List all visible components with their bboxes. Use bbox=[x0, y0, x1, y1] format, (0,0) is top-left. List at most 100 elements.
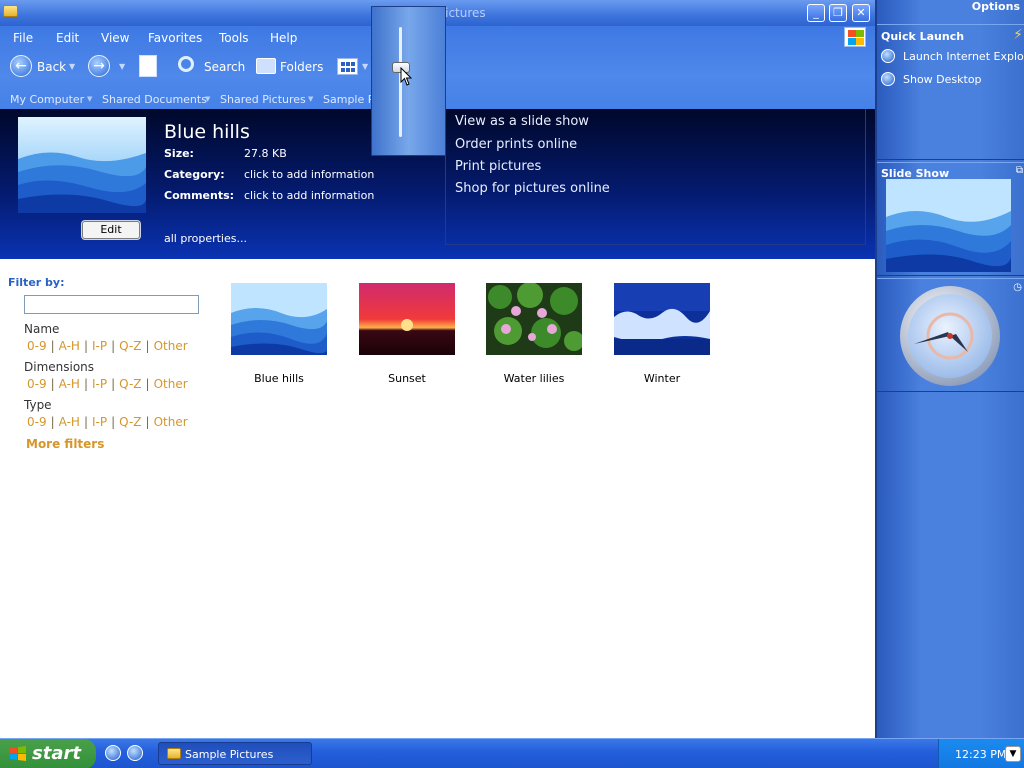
menu-help[interactable]: Help bbox=[270, 31, 297, 45]
views-button[interactable]: ▼ bbox=[335, 52, 371, 82]
windows-flag-icon bbox=[10, 746, 26, 761]
maximize-button[interactable]: ❐ bbox=[829, 4, 847, 22]
task-shop-pictures[interactable]: Shop for pictures online bbox=[455, 181, 610, 196]
filter-option[interactable]: Q-Z bbox=[119, 377, 141, 391]
clock[interactable]: 12:23 PM bbox=[955, 748, 1006, 761]
quick-launch-section: Quick Launch ⚡ Launch Internet Explorer … bbox=[877, 24, 1024, 160]
chevron-down-icon[interactable]: ▼ bbox=[1005, 746, 1021, 762]
thumbnail-label[interactable]: Blue hills bbox=[231, 372, 327, 385]
filter-input[interactable] bbox=[24, 295, 199, 314]
thumbnail-size-slider[interactable] bbox=[371, 6, 446, 156]
taskbar-window-label: Sample Pictures bbox=[185, 748, 274, 761]
crumb-my-computer[interactable]: My Computer bbox=[10, 93, 84, 106]
thumbnail-blue-hills[interactable] bbox=[231, 283, 327, 355]
filter-row-name: 0-9 | A-H | I-P | Q-Z | Other bbox=[27, 339, 188, 353]
task-print-pictures[interactable]: Print pictures bbox=[455, 159, 541, 174]
up-folder-button[interactable] bbox=[137, 52, 161, 82]
thumbnail-label[interactable]: Winter bbox=[614, 372, 710, 385]
filter-pane: Filter by: Name 0-9 | A-H | I-P | Q-Z | Other Di… bbox=[0, 262, 215, 462]
show-desktop-icon[interactable] bbox=[127, 745, 143, 761]
category-value[interactable]: click to add information bbox=[244, 168, 374, 181]
menu-edit[interactable]: Edit bbox=[56, 31, 79, 45]
thumbnail-sunset[interactable] bbox=[359, 283, 455, 355]
folders-icon bbox=[256, 58, 276, 74]
size-label: Size: bbox=[164, 147, 194, 160]
task-order-prints[interactable]: Order prints online bbox=[455, 137, 577, 152]
back-button[interactable]: ← Back ▼ bbox=[8, 52, 80, 82]
chevron-down-icon[interactable]: ▼ bbox=[205, 95, 210, 103]
chevron-down-icon[interactable]: ▼ bbox=[87, 95, 92, 103]
system-tray: 12:23 PM ▼ bbox=[938, 739, 1024, 768]
comments-value[interactable]: click to add information bbox=[244, 189, 374, 202]
filter-row-type: 0-9 | A-H | I-P | Q-Z | Other bbox=[27, 415, 188, 429]
menu-favorites[interactable]: Favorites bbox=[148, 31, 202, 45]
slide-show-image[interactable] bbox=[886, 179, 1011, 272]
chevron-down-icon: ▼ bbox=[69, 62, 76, 71]
clock-icon[interactable]: ◷ bbox=[1013, 282, 1022, 293]
filter-group-dimensions: Dimensions bbox=[24, 360, 95, 374]
show-desktop-item[interactable]: Show Desktop bbox=[903, 73, 982, 86]
mouse-cursor-icon bbox=[400, 67, 413, 86]
filter-option[interactable]: A-H bbox=[59, 339, 80, 353]
menu-file[interactable]: File bbox=[13, 31, 33, 45]
folders-button[interactable]: Folders bbox=[254, 52, 324, 82]
filter-option[interactable]: A-H bbox=[59, 415, 80, 429]
chevron-down-icon: ▼ bbox=[362, 62, 369, 71]
thumbnail-label[interactable]: Water lilies bbox=[486, 372, 582, 385]
chevron-down-icon: ▼ bbox=[119, 62, 126, 71]
chevron-down-icon[interactable]: ▼ bbox=[308, 95, 313, 103]
thumbnail-winter[interactable] bbox=[614, 283, 710, 355]
taskbar-window-button[interactable]: Sample Pictures bbox=[158, 742, 312, 765]
comments-label: Comments: bbox=[164, 189, 235, 202]
filter-option[interactable]: Other bbox=[154, 339, 188, 353]
options-menu[interactable]: Options bbox=[972, 0, 1020, 13]
category-label: Category: bbox=[164, 168, 225, 181]
search-label: Search bbox=[204, 60, 246, 74]
filter-group-type: Type bbox=[24, 398, 52, 412]
crumb-sample-pictures[interactable]: Sample Pictures bbox=[323, 93, 371, 106]
filter-option[interactable]: 0-9 bbox=[27, 339, 47, 353]
filter-group-name: Name bbox=[24, 322, 60, 336]
filter-option[interactable]: Other bbox=[154, 415, 188, 429]
menu-view[interactable]: View bbox=[101, 31, 129, 45]
filter-option[interactable]: I-P bbox=[92, 377, 107, 391]
thumbnail-water-lilies[interactable] bbox=[486, 283, 582, 355]
filter-option[interactable]: Other bbox=[154, 377, 188, 391]
filter-option[interactable]: A-H bbox=[59, 377, 80, 391]
folders-label: Folders bbox=[280, 60, 324, 74]
filter-option[interactable]: Q-Z bbox=[119, 339, 141, 353]
analog-clock bbox=[900, 286, 1000, 386]
preview-image[interactable] bbox=[18, 117, 146, 213]
size-value: 27.8 KB bbox=[244, 147, 287, 160]
camera-icon[interactable]: ⧉ bbox=[1016, 165, 1023, 176]
windows-flag-icon bbox=[844, 27, 866, 47]
filter-option[interactable]: I-P bbox=[92, 339, 107, 353]
back-arrow-icon: ← bbox=[10, 55, 32, 77]
search-icon bbox=[178, 56, 194, 72]
back-label: Back bbox=[37, 60, 67, 74]
menu-tools[interactable]: Tools bbox=[219, 31, 249, 45]
filter-option[interactable]: Q-Z bbox=[119, 415, 141, 429]
internet-explorer-icon[interactable] bbox=[105, 745, 121, 761]
folder-icon bbox=[167, 748, 181, 759]
filter-option[interactable]: I-P bbox=[92, 415, 107, 429]
all-properties-link[interactable]: all properties... bbox=[164, 232, 247, 245]
internet-explorer-icon[interactable] bbox=[881, 49, 895, 63]
edit-button[interactable]: Edit bbox=[82, 221, 140, 239]
crumb-shared-pictures[interactable]: Shared Pictures bbox=[220, 93, 306, 106]
more-filters-link[interactable]: More filters bbox=[26, 437, 104, 451]
up-folder-icon bbox=[139, 55, 157, 77]
search-button[interactable]: Search bbox=[176, 52, 246, 82]
filter-option[interactable]: 0-9 bbox=[27, 415, 47, 429]
crumb-shared-documents[interactable]: Shared Documents bbox=[102, 93, 207, 106]
filter-option[interactable]: 0-9 bbox=[27, 377, 47, 391]
close-button[interactable]: ✕ bbox=[852, 4, 870, 22]
start-button[interactable]: start bbox=[0, 739, 96, 768]
start-label: start bbox=[32, 743, 81, 764]
forward-button[interactable]: → ▼ bbox=[86, 52, 130, 82]
minimize-button[interactable]: _ bbox=[807, 4, 825, 22]
launch-ie-item[interactable]: Launch Internet Explorer bbox=[903, 50, 1024, 63]
thumbnail-label[interactable]: Sunset bbox=[359, 372, 455, 385]
task-slide-show[interactable]: View as a slide show bbox=[455, 114, 589, 129]
show-desktop-icon[interactable] bbox=[881, 72, 895, 86]
